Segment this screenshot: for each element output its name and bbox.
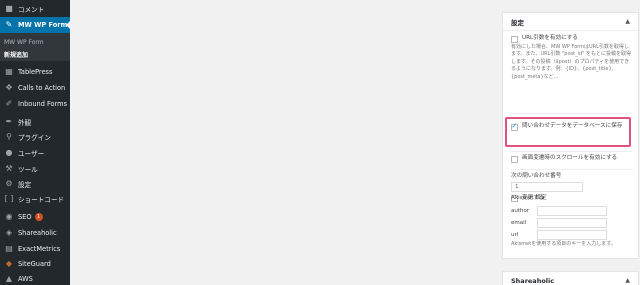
sidebar-item-tablepress[interactable]: ▦ TablePress <box>0 64 70 80</box>
admin-sidebar: ■ コメント ✎ MW WP Form MW WP Form 新規追加 ▦ Ta… <box>0 0 70 285</box>
arrows-icon: ✥ <box>5 83 13 92</box>
url-param-label: URL引数を有効にする <box>522 35 578 41</box>
akismet-field: Akismet 設定 author email url Akismetを使用する… <box>511 195 633 248</box>
divider <box>511 113 633 114</box>
next-number-label: 次の問い合わせ番号 <box>511 173 562 179</box>
akismet-author-label: author <box>511 207 530 214</box>
highlight-box <box>505 117 631 147</box>
sidebar-item-shortcodes[interactable]: [ ] ショートコード <box>0 191 70 207</box>
akismet-url-input[interactable] <box>537 229 607 240</box>
shortcode-icon: [ ] <box>4 194 14 203</box>
next-number-input[interactable]: 1 <box>511 181 583 192</box>
pin-icon: ✎ <box>5 20 13 29</box>
sidebar-item-aws[interactable]: ▲ AWS <box>0 271 70 285</box>
sidebar-item-users[interactable]: ● ユーザー <box>0 145 70 161</box>
collapse-arrow-icon[interactable]: ▲ <box>625 18 630 25</box>
scroll-checkbox[interactable] <box>511 155 518 163</box>
aws-icon: ▲ <box>5 274 13 283</box>
sidebar-item-shareaholic[interactable]: ◈ Shareaholic <box>0 225 70 241</box>
sidebar-item-appearance[interactable]: ✒ 外観 <box>0 114 70 130</box>
sidebar-item-comments[interactable]: ■ コメント <box>0 1 70 17</box>
collapse-arrow-icon[interactable]: ▲ <box>625 277 630 284</box>
url-param-checkbox[interactable] <box>511 35 518 43</box>
url-param-field: URL引数を有効にする 有効にした場合、MW WP FormはURL引数を取得し… <box>511 35 633 81</box>
sidebar-item-settings[interactable]: ⚙ 設定 <box>0 176 70 192</box>
divider <box>511 151 633 152</box>
sidebar-item-siteguard[interactable]: ◆ SiteGuard <box>0 256 70 272</box>
akismet-url-label: url <box>511 231 519 238</box>
akismet-email-input[interactable] <box>537 217 607 228</box>
submenu-item-mw-wp-form[interactable]: MW WP Form <box>4 39 44 46</box>
shareaholic-panel-header[interactable]: Shareaholic ▲ <box>503 272 638 285</box>
akismet-description: Akismetを使用する項目のキーを入力します。 <box>511 240 616 247</box>
sidebar-item-plugins[interactable]: ⚲ プラグイン <box>0 129 70 145</box>
sidebar-item-exactmetrics[interactable]: ▤ ExactMetrics <box>0 241 70 257</box>
user-icon: ● <box>5 148 13 157</box>
shareaholic-panel: Shareaholic ▲ <box>502 271 639 285</box>
scroll-label: 画面変遷時のスクロールを有効にする <box>522 155 618 161</box>
akismet-author-input[interactable] <box>537 205 607 216</box>
table-icon: ▦ <box>5 67 13 76</box>
settings-panel-header[interactable]: 設定 ▲ <box>503 13 638 31</box>
akismet-label: Akismet 設定 <box>511 195 547 201</box>
sidebar-item-mw-wp-form[interactable]: ✎ MW WP Form <box>0 17 70 33</box>
mw-wp-form-submenu: MW WP Form 新規追加 <box>0 33 70 61</box>
form-icon: ✐ <box>5 99 13 108</box>
brush-icon: ✒ <box>5 117 13 126</box>
submenu-item-add-new[interactable]: 新規追加 <box>4 50 28 59</box>
settings-panel-title: 設定 <box>511 18 524 27</box>
plugin-icon: ⚲ <box>6 132 12 141</box>
sidebar-item-seo[interactable]: ◉ SEO 1 <box>0 209 70 225</box>
seo-badge: 1 <box>34 213 43 221</box>
settings-icon: ⚙ <box>5 179 13 188</box>
metrics-icon: ▤ <box>5 244 13 253</box>
wrench-icon: ⚒ <box>5 164 13 173</box>
shareaholic-panel-title: Shareaholic <box>511 277 555 285</box>
sidebar-item-inbound-forms[interactable]: ✐ Inbound Forms <box>0 96 70 112</box>
seo-icon: ◉ <box>5 212 13 221</box>
akismet-email-label: email <box>511 219 527 226</box>
shareaholic-icon: ◈ <box>5 228 13 237</box>
scroll-field: 画面変遷時のスクロールを有効にする <box>511 155 633 163</box>
comment-icon: ■ <box>5 4 13 13</box>
sidebar-item-tools[interactable]: ⚒ ツール <box>0 161 70 177</box>
divider <box>511 169 633 170</box>
url-param-description: 有効にした場合、MW WP FormはURL引数を取得します。また、URL引数 … <box>511 43 631 80</box>
siteguard-icon: ◆ <box>5 259 13 268</box>
sidebar-item-calls-to-action[interactable]: ✥ Calls to Action <box>0 80 70 96</box>
